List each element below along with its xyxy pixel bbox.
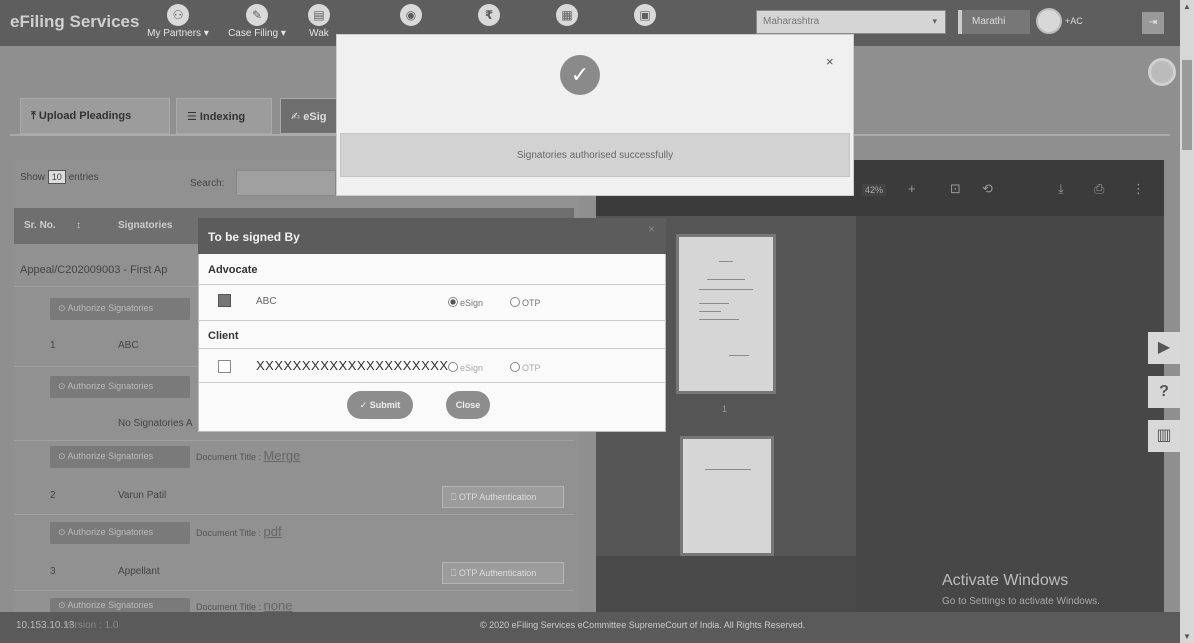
calendar-icon: ▣ bbox=[634, 4, 656, 26]
row-sr: 3 bbox=[50, 566, 56, 577]
row-signatory: ABC bbox=[118, 340, 139, 351]
row-divider bbox=[14, 590, 574, 591]
col-signatories[interactable]: Signatories bbox=[118, 220, 172, 231]
success-message: Signatories authorised successfully bbox=[516, 150, 674, 161]
page-scrollbar[interactable]: ▲ ▼ bbox=[1180, 0, 1194, 643]
submit-button[interactable]: ✓ Submit bbox=[347, 391, 413, 419]
scrollbar-thumb[interactable] bbox=[1182, 60, 1192, 150]
doc-icon: ▤ bbox=[308, 4, 330, 26]
advocate-name: ABC bbox=[256, 296, 277, 307]
close-icon[interactable]: × bbox=[648, 222, 655, 236]
client-otp-radio[interactable] bbox=[510, 362, 520, 372]
document-title: Document Title : Merge bbox=[196, 448, 301, 463]
pdf-page-area[interactable] bbox=[856, 216, 1164, 612]
row-signatory: Varun Patil bbox=[118, 490, 167, 501]
rupee-icon: ₹ bbox=[478, 4, 500, 26]
modal-title: To be signed By bbox=[208, 230, 300, 244]
users-icon: ⚇ bbox=[167, 4, 189, 26]
client-section-label: Client bbox=[208, 330, 239, 342]
nav-case-filing[interactable]: ✎ Case Filing ▾ bbox=[226, 2, 288, 44]
state-select[interactable]: Maharashtra ▾ bbox=[756, 10, 946, 34]
scroll-down-icon[interactable]: ▼ bbox=[1183, 632, 1191, 641]
row-sr: 1 bbox=[50, 340, 56, 351]
col-sr-no[interactable]: Sr. No. bbox=[24, 220, 56, 231]
esign-label: eSign bbox=[460, 363, 484, 373]
tab-upload-pleadings[interactable]: ⤒ Upload Pleadings bbox=[20, 98, 170, 134]
logout-icon[interactable]: ⇥ bbox=[1142, 12, 1164, 34]
pdf-zoom-level[interactable]: 42% bbox=[862, 184, 887, 196]
client-esign-radio[interactable] bbox=[448, 362, 458, 372]
footer-version: version : 1.0 bbox=[64, 620, 119, 631]
rotate-icon[interactable]: ⟲ bbox=[982, 181, 993, 197]
watermark-title: Activate Windows bbox=[942, 572, 1069, 589]
page-number: 1 bbox=[722, 404, 728, 414]
zoom-in-icon[interactable]: + bbox=[908, 181, 916, 196]
help-icon[interactable]: ? bbox=[1148, 376, 1180, 408]
tab-indexing[interactable]: ☰ Indexing bbox=[176, 98, 272, 134]
document-title: Document Title : pdf bbox=[196, 524, 282, 539]
pencil-icon: ✎ bbox=[246, 4, 268, 26]
language-button[interactable]: Marathi bbox=[958, 10, 1030, 34]
print-icon[interactable]: ⎙ bbox=[1094, 181, 1104, 197]
play-icon[interactable]: ▶ bbox=[1148, 332, 1180, 364]
search-input[interactable] bbox=[236, 170, 336, 196]
ia-icon: ◉ bbox=[400, 4, 422, 26]
close-button[interactable]: Close bbox=[446, 391, 490, 419]
nav-my-partners[interactable]: ⚇ My Partners ▾ bbox=[146, 2, 210, 44]
client-name: XXXXXXXXXXXXXXXXXXXXX bbox=[256, 358, 449, 373]
close-icon[interactable]: × bbox=[826, 54, 834, 69]
show-entries: Show 10 entries bbox=[20, 170, 99, 184]
fit-page-icon[interactable]: ⊡ bbox=[950, 181, 961, 197]
advocate-esign-radio[interactable] bbox=[448, 297, 458, 307]
footer-copyright: © 2020 eFiling Services eCommittee Supre… bbox=[480, 620, 806, 630]
esign-label: eSign bbox=[460, 298, 484, 308]
authorize-signatories-button[interactable]: ⊙ Authorize Signatories bbox=[50, 376, 190, 398]
scroll-up-icon[interactable]: ▲ bbox=[1183, 2, 1191, 11]
download-icon[interactable]: ⤓ bbox=[1058, 181, 1064, 197]
check-circle-icon: ✓ bbox=[560, 55, 600, 95]
otp-authentication-button[interactable]: ⎕ OTP Authentication bbox=[442, 486, 564, 508]
sort-icon[interactable]: ↕ bbox=[76, 220, 81, 231]
row-signatory: No Signatories A bbox=[118, 418, 193, 429]
row-divider bbox=[14, 514, 574, 515]
entries-select[interactable]: 10 bbox=[47, 170, 66, 184]
app-brand[interactable]: eFiling Services bbox=[10, 12, 139, 32]
help-circle-icon[interactable] bbox=[1148, 58, 1176, 86]
case-group-title: Appeal/C202009003 - First Ap bbox=[20, 264, 168, 276]
avatar[interactable] bbox=[1036, 8, 1062, 34]
chevron-down-icon: ▾ bbox=[932, 16, 937, 26]
authorize-signatories-button[interactable]: ⊙ Authorize Signatories bbox=[50, 598, 190, 612]
row-signatory: Appellant bbox=[118, 566, 160, 577]
advocate-checkbox[interactable] bbox=[218, 294, 231, 307]
authorize-signatories-button[interactable]: ⊙ Authorize Signatories bbox=[50, 298, 190, 320]
search-label: Search: bbox=[190, 178, 225, 189]
pdf-file-icon[interactable]: ▥ bbox=[1148, 420, 1180, 452]
authorize-signatories-button[interactable]: ⊙ Authorize Signatories bbox=[50, 522, 190, 544]
user-label[interactable]: +AC bbox=[1065, 16, 1083, 26]
authorize-signatories-button[interactable]: ⊙ Authorize Signatories bbox=[50, 446, 190, 468]
nav-wak[interactable]: ▤ Wak bbox=[304, 2, 334, 44]
more-options-icon[interactable]: ⋮ bbox=[1132, 181, 1145, 197]
document-link[interactable]: Merge bbox=[264, 448, 301, 463]
document-link[interactable]: none bbox=[264, 598, 293, 613]
client-checkbox[interactable] bbox=[218, 360, 231, 373]
otp-authentication-button[interactable]: ⎕ OTP Authentication bbox=[442, 562, 564, 584]
otp-label: OTP bbox=[522, 363, 541, 373]
document-title: Document Title : none bbox=[196, 598, 293, 613]
advocate-section-label: Advocate bbox=[208, 264, 258, 276]
file-icon: ▦ bbox=[556, 4, 578, 26]
row-divider bbox=[14, 440, 574, 441]
page-thumbnail[interactable] bbox=[676, 234, 776, 394]
otp-label: OTP bbox=[522, 298, 541, 308]
advocate-otp-radio[interactable] bbox=[510, 297, 520, 307]
document-link[interactable]: pdf bbox=[264, 524, 282, 539]
row-sr: 2 bbox=[50, 490, 56, 501]
page-thumbnail[interactable] bbox=[680, 436, 774, 556]
watermark-subtitle: Go to Settings to activate Windows. bbox=[942, 596, 1100, 607]
